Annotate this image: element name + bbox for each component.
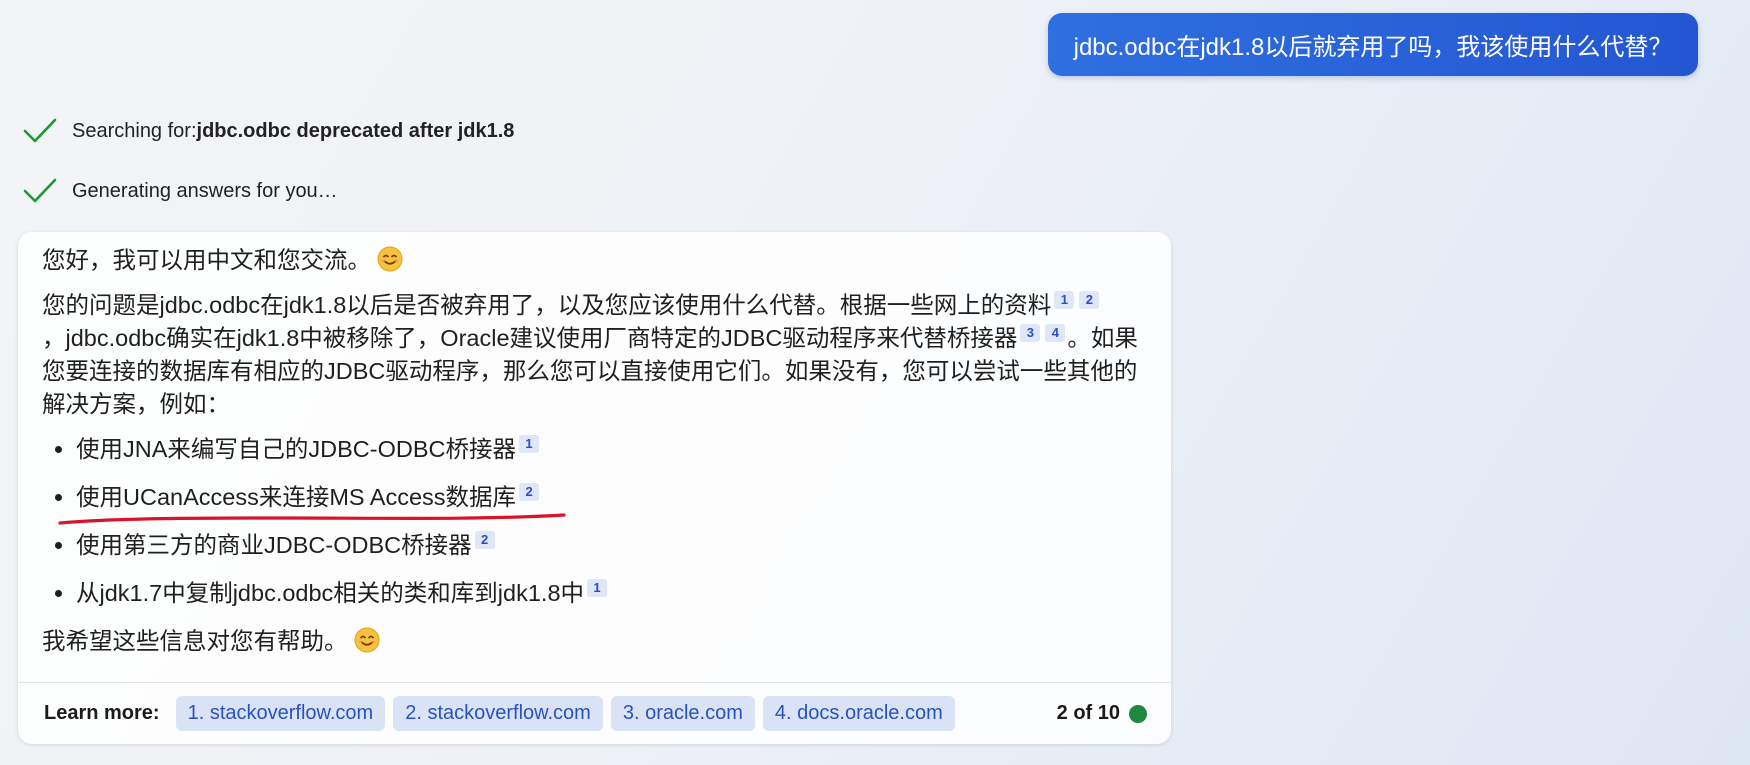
searching-query: jdbc.odbc deprecated after jdk1.8 xyxy=(196,119,515,142)
answer-text-1: 您的问题是jdbc.odbc在jdk1.8以后是否被弃用了，以及您应该使用什么代… xyxy=(42,292,1052,318)
learn-more-bar: Learn more: 1. stackoverflow.com 2. stac… xyxy=(18,682,1171,744)
citation-badge[interactable]: 2 xyxy=(474,531,495,549)
generating-label: Generating answers for you… xyxy=(72,179,338,202)
searching-label: Searching for: xyxy=(72,119,197,142)
check-icon xyxy=(23,118,57,143)
answer-text-2: ，jdbc.odbc确实在jdk1.8中被移除了，Oracle建议使用厂商特定的… xyxy=(42,325,1018,351)
list-item: 使用第三方的商业JDBC-ODBC桥接器2 xyxy=(76,529,1152,562)
citation-2[interactable]: 2 xyxy=(1079,291,1100,309)
source-link-1[interactable]: 1. stackoverflow.com xyxy=(175,696,386,731)
citation-3[interactable]: 3 xyxy=(1020,324,1041,342)
citation-badge[interactable]: 1 xyxy=(587,579,608,597)
closing-text: 我希望这些信息对您有帮助。 xyxy=(42,628,348,654)
smile-emoji-icon xyxy=(377,246,403,272)
closing-paragraph: 我希望这些信息对您有帮助。 xyxy=(42,625,1152,658)
greeting-text: 您好，我可以用中文和您交流。 xyxy=(42,247,371,273)
user-message-text: jdbc.odbc在jdk1.8以后就弃用了吗，我该使用什么代替？ xyxy=(1073,34,1673,61)
citation-badge[interactable]: 1 xyxy=(518,435,539,453)
check-icon xyxy=(23,178,57,203)
source-link-3[interactable]: 3. oracle.com xyxy=(610,696,755,731)
response-counter: 2 of 10 xyxy=(1057,702,1147,725)
list-item-text: 从jdk1.7中复制jdbc.odbc相关的类和库到jdk1.8中 xyxy=(76,580,585,606)
status-dot-icon xyxy=(1129,704,1147,723)
source-link-4[interactable]: 4. docs.oracle.com xyxy=(762,696,955,731)
list-item: 从jdk1.7中复制jdbc.odbc相关的类和库到jdk1.8中1 xyxy=(76,577,1152,610)
list-item: 使用JNA来编写自己的JDBC-ODBC桥接器1 xyxy=(76,433,1152,466)
source-link-2[interactable]: 2. stackoverflow.com xyxy=(393,696,603,731)
answer-content: 您好，我可以用中文和您交流。 您的问题是jdbc.odbc在jdk1.8以后是否… xyxy=(42,244,1152,658)
user-message-bubble: jdbc.odbc在jdk1.8以后就弃用了吗，我该使用什么代替？ xyxy=(1048,13,1698,76)
response-count-text: 2 of 10 xyxy=(1056,702,1120,724)
list-item-text: 使用JNA来编写自己的JDBC-ODBC桥接器 xyxy=(76,436,516,462)
status-generating: Generating answers for you… xyxy=(22,176,338,206)
list-item-text: 使用第三方的商业JDBC-ODBC桥接器 xyxy=(76,532,472,558)
red-underline-annotation xyxy=(58,513,566,525)
learn-more-label: Learn more: xyxy=(44,702,160,724)
citation-1[interactable]: 1 xyxy=(1054,291,1075,309)
citation-4[interactable]: 4 xyxy=(1045,324,1066,342)
status-searching: Searching for: jdbc.odbc deprecated afte… xyxy=(22,116,514,146)
answer-paragraph: 您的问题是jdbc.odbc在jdk1.8以后是否被弃用了，以及您应该使用什么代… xyxy=(42,289,1152,421)
greeting-paragraph: 您好，我可以用中文和您交流。 xyxy=(42,244,1152,277)
answer-card: 您好，我可以用中文和您交流。 您的问题是jdbc.odbc在jdk1.8以后是否… xyxy=(18,232,1171,744)
smile-emoji-icon xyxy=(354,627,379,653)
